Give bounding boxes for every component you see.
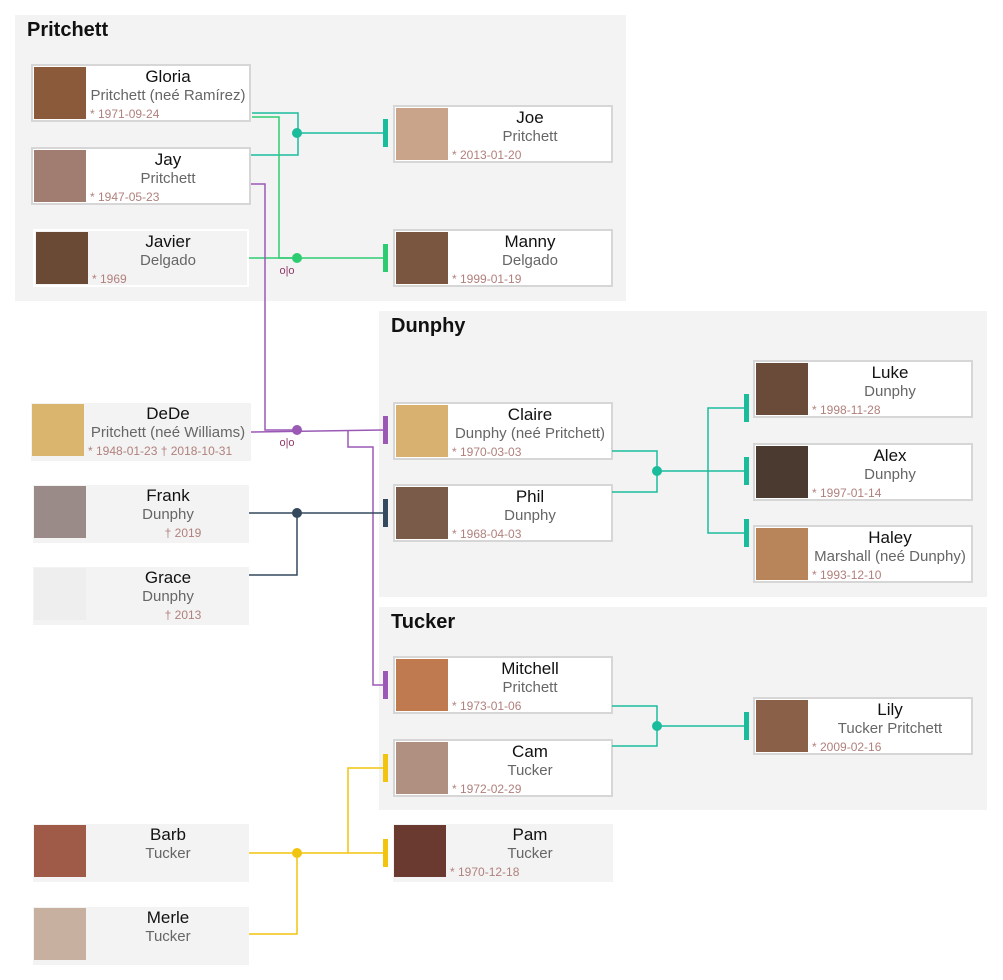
union-node[interactable] bbox=[292, 253, 302, 263]
line-claire-phil bbox=[612, 450, 658, 493]
line-jay-gloria bbox=[251, 112, 299, 156]
union-node[interactable] bbox=[292, 425, 302, 435]
child-connector bbox=[383, 119, 388, 147]
relationship-lines: o|o o|o bbox=[249, 112, 749, 935]
line-gloria-javier bbox=[252, 116, 297, 259]
union-node[interactable] bbox=[652, 721, 662, 731]
divorce-marker: o|o bbox=[279, 265, 294, 277]
child-connector bbox=[383, 839, 388, 867]
child-connector bbox=[744, 712, 749, 740]
line-mitchell-cam bbox=[612, 705, 658, 747]
child-connector bbox=[383, 671, 388, 699]
line-to-mitchell bbox=[347, 430, 386, 686]
line-merle bbox=[249, 853, 298, 935]
child-connector bbox=[383, 416, 388, 444]
union-node[interactable] bbox=[652, 466, 662, 476]
line-grace bbox=[249, 513, 298, 576]
child-connector bbox=[383, 244, 388, 272]
union-node[interactable] bbox=[292, 128, 302, 138]
child-connector bbox=[383, 754, 388, 782]
child-connector bbox=[744, 519, 749, 547]
child-connector bbox=[383, 499, 388, 527]
line-to-cam bbox=[347, 767, 386, 853]
divorce-marker: o|o bbox=[279, 437, 294, 449]
line-jay-dede bbox=[251, 183, 297, 431]
union-node[interactable] bbox=[292, 848, 302, 858]
union-node[interactable] bbox=[292, 508, 302, 518]
child-connector bbox=[744, 394, 749, 422]
child-connector bbox=[744, 457, 749, 485]
